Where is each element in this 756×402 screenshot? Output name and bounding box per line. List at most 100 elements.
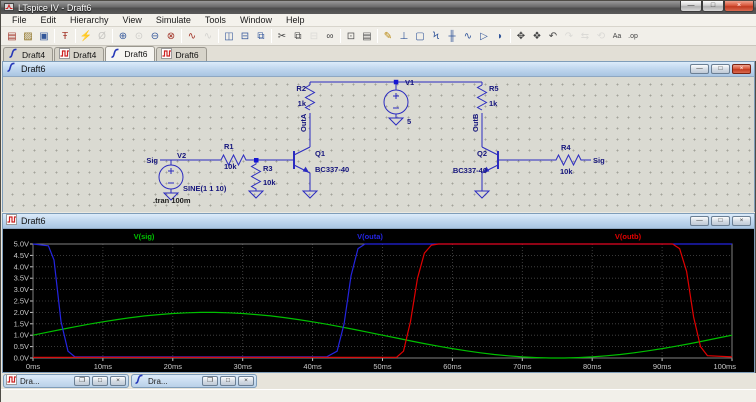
menu-edit[interactable]: Edit <box>34 14 64 27</box>
close-button[interactable]: × <box>110 376 126 386</box>
net-label-outb[interactable]: OutB <box>471 113 480 132</box>
maximize-button[interactable]: □ <box>220 376 236 386</box>
value-label-r4[interactable]: 10k <box>560 167 573 176</box>
schematic-maximize-button[interactable]: □ <box>711 64 730 74</box>
tab-draft4-schematic[interactable]: Draft4 <box>3 47 53 61</box>
value-label-r1[interactable]: 10k <box>224 162 237 171</box>
close-button[interactable]: × <box>724 1 754 12</box>
tab-draft4-waveform[interactable]: Draft4 <box>54 47 104 61</box>
menu-file[interactable]: File <box>5 14 34 27</box>
find-icon[interactable]: ∞ <box>322 28 338 44</box>
waveform-close-button[interactable]: × <box>732 216 751 226</box>
open-icon[interactable]: ▨ <box>20 28 36 44</box>
value-label-r3[interactable]: 10k <box>263 178 276 187</box>
component-label-r5[interactable]: R5 <box>489 84 499 93</box>
zoom-out-icon[interactable]: ⊖ <box>147 28 163 44</box>
menu-tools[interactable]: Tools <box>198 14 233 27</box>
legend-V(outb)[interactable]: V(outb) <box>615 232 642 241</box>
maximize-button[interactable]: □ <box>702 1 724 12</box>
value-label-q1[interactable]: BC337-40 <box>315 165 349 174</box>
restore-button[interactable]: ❐ <box>202 376 218 386</box>
ground-icon[interactable]: ⊥ <box>396 28 412 44</box>
component-label-v2[interactable]: V2 <box>177 151 186 160</box>
component-label-v1[interactable]: V1 <box>405 78 414 87</box>
zoom-back-icon[interactable]: ⊙ <box>131 28 147 44</box>
waveform-plot-area[interactable]: 5.0V4.5V4.0V3.5V3.0V2.5V2.0V1.5V1.0V0.5V… <box>3 229 754 372</box>
drag-icon[interactable]: ❖ <box>529 28 545 44</box>
value-label-v1[interactable]: 5 <box>407 117 411 126</box>
waveform-maximize-button[interactable]: □ <box>711 216 730 226</box>
move-icon[interactable]: ✥ <box>513 28 529 44</box>
wire-icon[interactable]: ✎ <box>380 28 396 44</box>
capacitor-icon[interactable]: ╫ <box>444 28 460 44</box>
maximize-button[interactable]: □ <box>92 376 108 386</box>
value-label-r2[interactable]: 1k <box>298 99 307 108</box>
restore-button[interactable]: ❐ <box>74 376 90 386</box>
new-schematic-icon[interactable]: ▤ <box>4 28 20 44</box>
value-label-sine[interactable]: SINE(1 1 10) <box>183 184 227 193</box>
resistor-icon[interactable]: Ϟ <box>428 28 444 44</box>
autorange-icon[interactable]: ∿ <box>184 28 200 44</box>
tile-vert-icon[interactable]: ◫ <box>221 28 237 44</box>
halt-icon[interactable]: Ø <box>94 28 110 44</box>
zoom-full-icon[interactable]: ⊗ <box>163 28 179 44</box>
diode-icon[interactable]: ▷ <box>476 28 492 44</box>
text-icon[interactable]: Aa <box>609 28 625 44</box>
menu-hierarchy[interactable]: Hierarchy <box>63 14 116 27</box>
control-panel-icon[interactable]: Ŧ <box>57 28 73 44</box>
menu-simulate[interactable]: Simulate <box>149 14 198 27</box>
trace-V(outa)[interactable] <box>33 244 732 357</box>
zoom-area-icon[interactable]: ⊕ <box>115 28 131 44</box>
spice-directive-icon[interactable]: .op <box>625 28 641 44</box>
value-label-q2[interactable]: BC337-40 <box>453 166 487 175</box>
undo-icon[interactable]: ↶ <box>545 28 561 44</box>
mark-data-icon[interactable]: ∿ <box>200 28 216 44</box>
redo-icon[interactable]: ↷ <box>561 28 577 44</box>
status-bar <box>1 389 756 402</box>
waveform-doc-icon <box>6 372 17 390</box>
spice-directive-tran[interactable]: .tran 100m <box>153 196 191 205</box>
component-label-q2[interactable]: Q2 <box>477 149 487 158</box>
net-label-sig-left[interactable]: Sig <box>146 156 158 165</box>
component-label-r3[interactable]: R3 <box>263 164 273 173</box>
component-label-q1[interactable]: Q1 <box>315 149 325 158</box>
cascade-icon[interactable]: ⧉ <box>253 28 269 44</box>
menu-help[interactable]: Help <box>279 14 312 27</box>
minimized-window-schematic[interactable]: Dra...❐□× <box>131 374 257 388</box>
value-label-r5[interactable]: 1k <box>489 99 498 108</box>
component-label-r4[interactable]: R4 <box>561 143 571 152</box>
tab-draft6-schematic[interactable]: Draft6 <box>105 46 155 61</box>
menu-window[interactable]: Window <box>233 14 279 27</box>
paste-icon[interactable]: ⊟ <box>306 28 322 44</box>
schematic-window-titlebar[interactable]: Draft6 — □ × <box>3 62 754 77</box>
minimized-windows-bar: Dra...❐□×Dra...❐□× <box>1 373 756 389</box>
rotate-icon[interactable]: ⟲ <box>593 28 609 44</box>
tab-draft6-waveform[interactable]: Draft6 <box>156 47 206 61</box>
run-icon[interactable]: ⚡ <box>78 28 94 44</box>
component-icon[interactable]: ◗ <box>492 28 508 44</box>
schematic-close-button[interactable]: × <box>732 64 751 74</box>
cut-icon[interactable]: ✂ <box>274 28 290 44</box>
label-net-icon[interactable]: ▢ <box>412 28 428 44</box>
legend-V(outa)[interactable]: V(outa) <box>357 232 383 241</box>
save-icon[interactable]: ▣ <box>36 28 52 44</box>
schematic-canvas[interactable]: Sig V2 SINE(1 1 10) R1 10k R3 10k Q1 BC3… <box>3 77 754 212</box>
print-preview-icon[interactable]: ⊡ <box>343 28 359 44</box>
net-label-sig-right[interactable]: Sig <box>593 156 605 165</box>
net-label-outa[interactable]: OutA <box>299 113 308 132</box>
tile-horz-icon[interactable]: ⊟ <box>237 28 253 44</box>
schematic-minimize-button[interactable]: — <box>690 64 709 74</box>
menu-view[interactable]: View <box>116 14 149 27</box>
minimized-window-waveform[interactable]: Dra...❐□× <box>3 374 129 388</box>
mirror-icon[interactable]: ⇆ <box>577 28 593 44</box>
copy-icon[interactable]: ⧉ <box>290 28 306 44</box>
waveform-window-titlebar[interactable]: Draft6 — □ × <box>3 214 754 229</box>
inductor-icon[interactable]: ∿ <box>460 28 476 44</box>
component-label-r2[interactable]: R2 <box>296 84 306 93</box>
legend-V(sig)[interactable]: V(sig) <box>134 232 155 241</box>
minimize-button[interactable]: — <box>680 1 702 12</box>
close-button[interactable]: × <box>238 376 254 386</box>
component-label-r1[interactable]: R1 <box>224 142 234 151</box>
print-icon[interactable]: ▤ <box>359 28 375 44</box>
waveform-minimize-button[interactable]: — <box>690 216 709 226</box>
